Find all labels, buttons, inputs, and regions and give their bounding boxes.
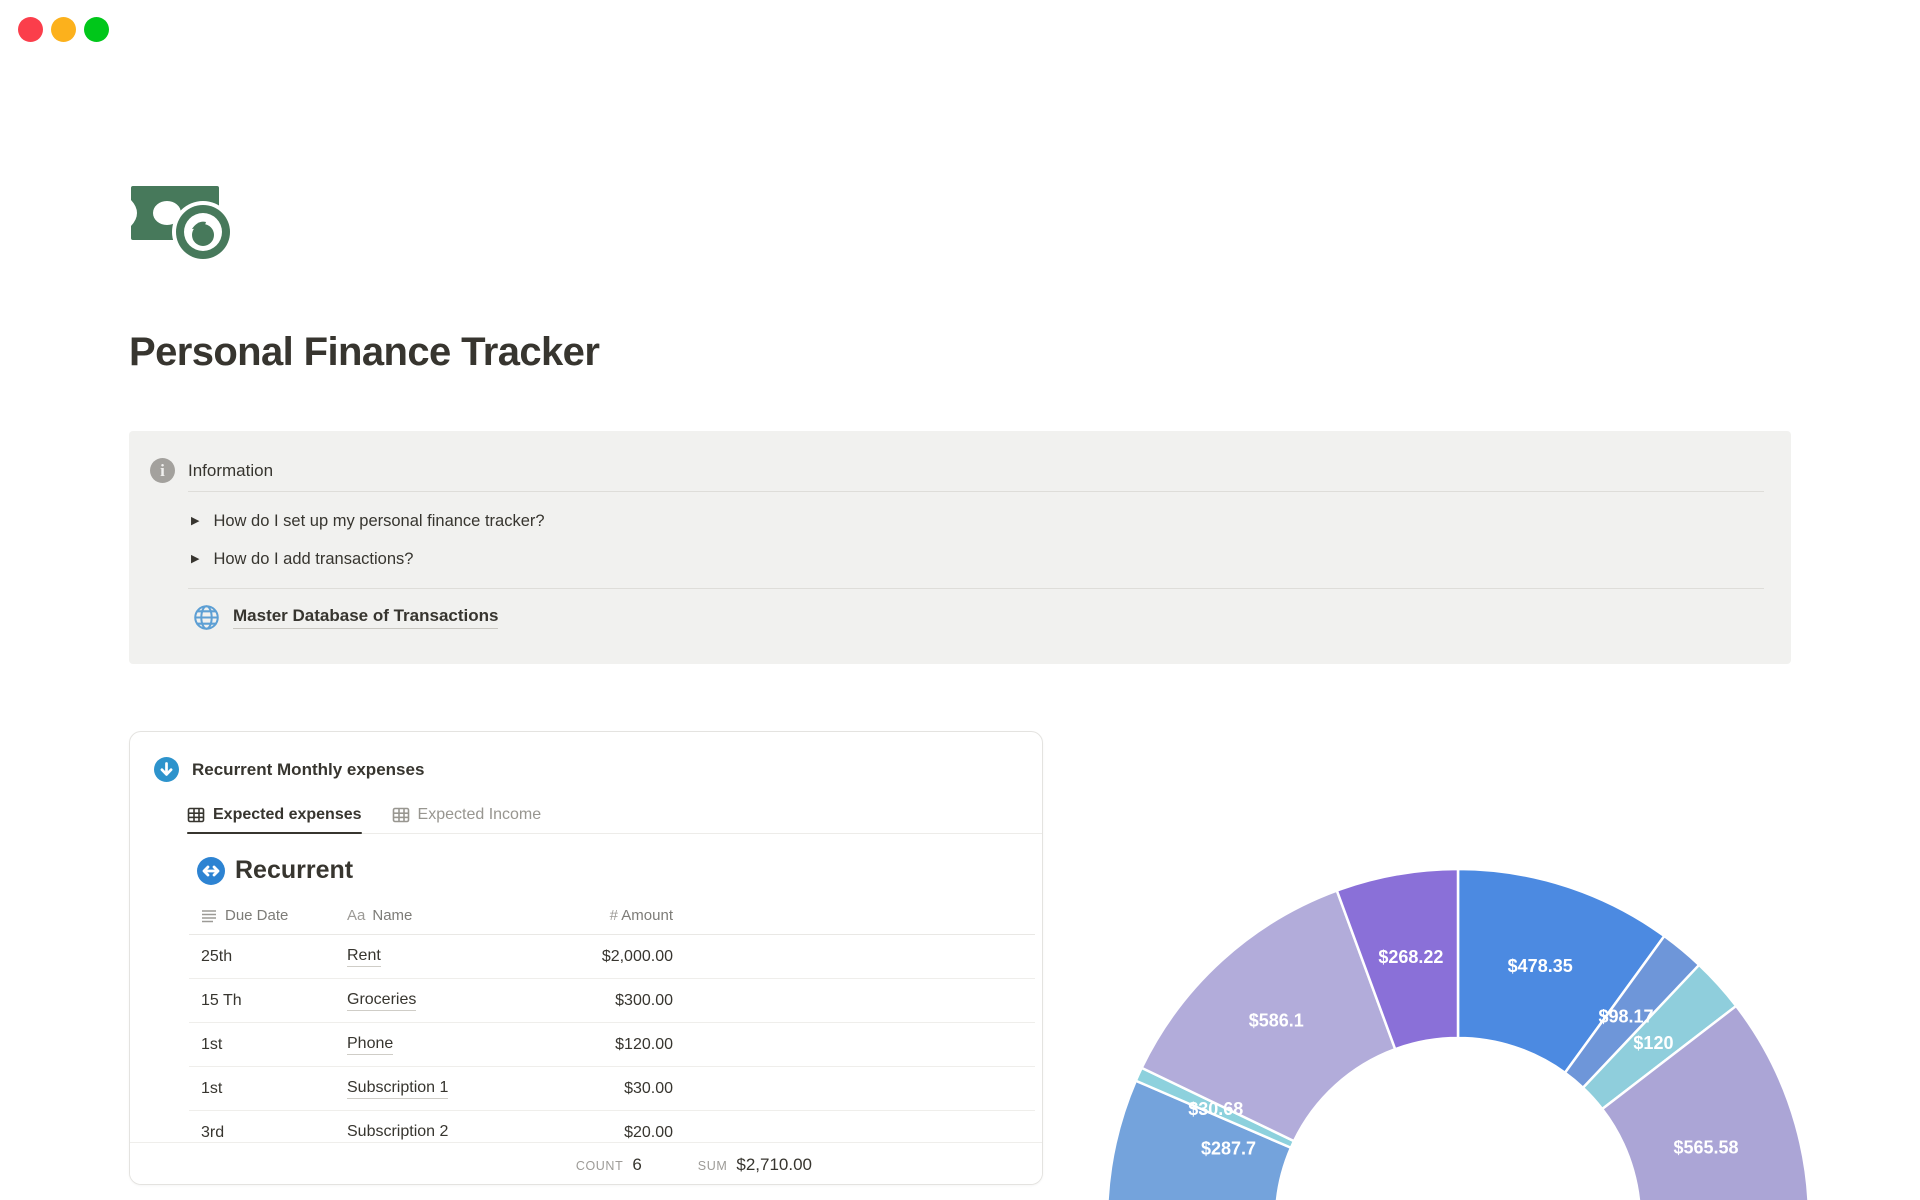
row-name-link[interactable]: Rent — [347, 947, 381, 967]
select-property-icon — [202, 909, 216, 922]
section-title: Recurrent — [235, 856, 354, 884]
table-row[interactable]: 25th Rent $2,000.00 — [189, 935, 1035, 979]
minimize-window-button[interactable] — [51, 17, 76, 42]
column-label: Due Date — [225, 907, 289, 924]
close-window-button[interactable] — [18, 17, 43, 42]
due-date-cell[interactable]: 1st — [189, 1036, 347, 1054]
donut-segment — [1563, 934, 1701, 1089]
row-name-link[interactable]: Phone — [347, 1035, 394, 1055]
toggle-arrow-icon[interactable]: ▶ — [191, 552, 199, 565]
column-header-name[interactable]: Aa Name — [347, 907, 515, 924]
sum-calculation[interactable]: SUM $2,710.00 — [698, 1155, 812, 1175]
number-property-icon: # — [609, 907, 618, 924]
divider — [188, 491, 1764, 492]
table-view-icon — [392, 807, 409, 822]
info-icon: i — [150, 458, 175, 483]
amount-cell[interactable]: $300.00 — [515, 992, 673, 1010]
row-name-link[interactable]: Groceries — [347, 991, 417, 1011]
toggle-setup-question[interactable]: ▶ How do I set up my personal finance tr… — [191, 512, 545, 531]
toggle-add-transactions-question[interactable]: ▶ How do I add transactions? — [191, 550, 413, 569]
donut-segment-label: $287.7 — [1201, 1139, 1256, 1159]
row-name-link[interactable]: Subscription 2 — [347, 1123, 449, 1143]
globe-icon — [194, 605, 219, 630]
amount-cell[interactable]: $120.00 — [515, 1036, 673, 1054]
table-calculation-footer: COUNT 6 SUM $2,710.00 — [130, 1142, 1042, 1184]
table-row[interactable]: 15 Th Groceries $300.00 — [189, 979, 1035, 1023]
donut-segment — [1581, 963, 1738, 1111]
donut-segment — [1335, 867, 1460, 1051]
expenses-table: Due Date Aa Name # Amount 25th Rent $2,0… — [189, 897, 1035, 1155]
amount-cell[interactable]: $20.00 — [515, 1124, 673, 1142]
sum-value: $2,710.00 — [736, 1154, 812, 1174]
amount-cell[interactable]: $30.00 — [515, 1080, 673, 1098]
count-label: COUNT — [575, 1158, 624, 1173]
amount-cell[interactable]: $2,000.00 — [515, 948, 673, 966]
donut-segment — [1134, 1066, 1296, 1150]
zoom-window-button[interactable] — [84, 17, 109, 42]
callout-header: i Information — [150, 458, 273, 483]
page-title: Personal Finance Tracker — [129, 330, 600, 374]
window-controls — [18, 17, 109, 42]
table-row[interactable]: 1st Subscription 1 $30.00 — [189, 1067, 1035, 1111]
divider — [188, 588, 1764, 589]
donut-segment — [1106, 1079, 1293, 1200]
tab-expected-income[interactable]: Expected Income — [392, 796, 542, 833]
information-callout: i Information ▶ How do I set up my perso… — [129, 431, 1791, 664]
tab-label: Expected Income — [417, 805, 542, 823]
donut-segment-label: $30.68 — [1188, 1099, 1243, 1119]
due-date-cell[interactable]: 25th — [189, 948, 347, 966]
text-property-icon: Aa — [347, 907, 366, 924]
banknote-coin-icon[interactable] — [129, 182, 239, 264]
database-link-row: Master Database of Transactions — [193, 604, 499, 631]
donut-segment — [1456, 867, 1666, 1075]
table-header-row: Due Date Aa Name # Amount — [189, 897, 1035, 935]
arrow-down-circle-icon — [154, 757, 179, 782]
column-header-amount[interactable]: # Amount — [515, 907, 673, 924]
donut-segment-label: $120 — [1633, 1033, 1673, 1053]
column-label: Name — [372, 907, 413, 924]
card-header: Recurrent Monthly expenses — [154, 757, 424, 782]
recurrent-expenses-card: Recurrent Monthly expenses Expected expe… — [129, 731, 1043, 1185]
count-value: 6 — [632, 1154, 642, 1174]
sum-label: SUM — [697, 1158, 728, 1173]
donut-segment — [1140, 889, 1397, 1143]
tab-label: Expected expenses — [213, 805, 362, 823]
column-header-due-date[interactable]: Due Date — [189, 907, 347, 924]
view-tabs: Expected expenses Expected Income — [187, 796, 1042, 834]
row-name-link[interactable]: Subscription 1 — [347, 1079, 449, 1099]
count-calculation[interactable]: COUNT 6 — [576, 1155, 642, 1175]
due-date-cell[interactable]: 1st — [189, 1080, 347, 1098]
tab-expected-expenses[interactable]: Expected expenses — [187, 796, 362, 834]
table-row[interactable]: 1st Phone $120.00 — [189, 1023, 1035, 1067]
card-title: Recurrent Monthly expenses — [192, 759, 425, 779]
master-database-link[interactable]: Master Database of Transactions — [233, 606, 499, 629]
toggle-label: How do I add transactions? — [213, 550, 414, 568]
toggle-label: How do I set up my personal finance trac… — [213, 512, 545, 530]
donut-segment-label: $478.35 — [1508, 956, 1573, 976]
donut-segment-label: $565.58 — [1673, 1138, 1738, 1158]
column-label: Amount — [621, 907, 673, 924]
donut-segment-label: $268.22 — [1378, 947, 1443, 967]
donut-segment-label: $586.1 — [1249, 1010, 1304, 1030]
recurrent-section-header: Recurrent — [197, 856, 353, 885]
due-date-cell[interactable]: 3rd — [189, 1124, 347, 1142]
donut-segment-label: $98.17 — [1598, 1006, 1653, 1026]
toggle-arrow-icon[interactable]: ▶ — [191, 514, 199, 527]
due-date-cell[interactable]: 15 Th — [189, 992, 347, 1010]
callout-title: Information — [188, 460, 274, 480]
arrows-left-right-circle-icon — [197, 856, 225, 885]
table-view-icon — [187, 807, 205, 822]
donut-segment — [1600, 1004, 1810, 1200]
